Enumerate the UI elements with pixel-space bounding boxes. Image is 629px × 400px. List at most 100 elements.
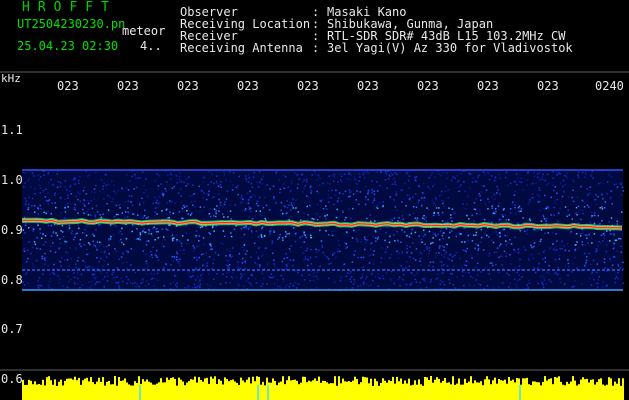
noise-dot bbox=[247, 228, 250, 230]
noise-dot bbox=[133, 213, 136, 216]
amplitude-bar bbox=[112, 384, 114, 400]
noise-dot bbox=[281, 260, 284, 263]
noise-dot bbox=[504, 219, 506, 221]
noise-dot bbox=[247, 202, 250, 205]
noise-dot bbox=[401, 215, 404, 217]
noise-dot bbox=[95, 276, 97, 278]
noise-dot bbox=[372, 263, 375, 265]
noise-dot bbox=[67, 202, 69, 205]
noise-dot bbox=[617, 272, 619, 274]
noise-dot bbox=[310, 192, 312, 194]
noise-dot bbox=[572, 200, 575, 203]
noise-dot bbox=[45, 257, 47, 259]
amplitude-bar bbox=[108, 380, 110, 400]
amplitude-bar bbox=[142, 379, 144, 400]
noise-dot bbox=[103, 259, 105, 262]
x-tick-label: 023 bbox=[537, 79, 559, 93]
noise-dot bbox=[42, 233, 44, 235]
noise-dot bbox=[491, 207, 494, 210]
noise-dot bbox=[353, 176, 356, 179]
noise-dot bbox=[476, 253, 479, 255]
amplitude-bar bbox=[376, 381, 378, 400]
noise-dot bbox=[194, 200, 196, 202]
noise-dot bbox=[502, 282, 504, 285]
noise-dot bbox=[79, 200, 81, 202]
noise-dot bbox=[445, 227, 448, 230]
noise-dot bbox=[544, 257, 546, 259]
noise-dot bbox=[28, 178, 30, 180]
noise-dot bbox=[70, 193, 73, 195]
noise-dot bbox=[313, 272, 315, 275]
noise-dot bbox=[59, 282, 61, 284]
noise-dot bbox=[524, 230, 526, 233]
record-datetime: 25.04.23 02:30 bbox=[17, 39, 119, 53]
noise-dot bbox=[516, 177, 519, 179]
noise-dot bbox=[156, 213, 158, 215]
noise-dot bbox=[564, 265, 567, 267]
noise-dot bbox=[201, 253, 203, 256]
noise-dot bbox=[73, 206, 76, 209]
noise-dot bbox=[441, 200, 443, 202]
noise-dot bbox=[134, 173, 136, 176]
noise-dot bbox=[473, 220, 475, 222]
noise-dot bbox=[50, 224, 53, 227]
noise-dot bbox=[393, 282, 395, 285]
noise-dot bbox=[43, 211, 45, 214]
noise-dot bbox=[520, 208, 523, 210]
noise-dot bbox=[64, 205, 66, 207]
noise-dot bbox=[547, 182, 550, 184]
noise-dot bbox=[326, 214, 328, 216]
noise-dot bbox=[185, 185, 187, 187]
noise-dot bbox=[475, 234, 477, 236]
noise-dot bbox=[616, 186, 619, 188]
noise-dot bbox=[155, 201, 158, 204]
noise-dot bbox=[441, 211, 444, 214]
noise-dot bbox=[225, 255, 227, 257]
meteor-label: meteor bbox=[122, 24, 166, 38]
noise-dot bbox=[285, 253, 287, 255]
noise-dot bbox=[278, 236, 280, 239]
noise-dot bbox=[241, 201, 243, 204]
x-tick-label: 023 bbox=[237, 79, 259, 93]
amplitude-bar bbox=[546, 380, 548, 400]
noise-dot bbox=[560, 201, 563, 203]
noise-dot bbox=[110, 235, 112, 238]
noise-dot bbox=[275, 172, 277, 174]
noise-dot bbox=[350, 276, 353, 278]
noise-dot bbox=[586, 204, 589, 206]
amplitude-bar bbox=[588, 382, 590, 400]
noise-dot bbox=[139, 236, 141, 238]
noise-dot bbox=[504, 176, 507, 179]
noise-dot bbox=[567, 274, 569, 277]
amplitude-bar bbox=[596, 382, 598, 400]
noise-dot bbox=[484, 218, 486, 221]
noise-dot bbox=[180, 195, 182, 197]
noise-dot bbox=[193, 206, 196, 208]
noise-dot bbox=[79, 287, 81, 289]
noise-dot bbox=[475, 279, 477, 281]
noise-dot bbox=[591, 273, 593, 275]
noise-dot bbox=[95, 171, 97, 174]
noise-dot bbox=[244, 209, 246, 212]
noise-dot bbox=[130, 201, 132, 203]
noise-dot bbox=[282, 237, 284, 239]
noise-dot bbox=[98, 261, 100, 263]
noise-dot bbox=[474, 180, 477, 182]
amplitude-bar bbox=[290, 380, 292, 400]
amplitude-bar bbox=[454, 384, 456, 400]
noise-dot bbox=[412, 196, 414, 198]
noise-dot bbox=[433, 183, 435, 186]
noise-dot bbox=[509, 282, 511, 285]
noise-dot bbox=[577, 205, 580, 208]
noise-dot bbox=[193, 283, 196, 286]
noise-dot bbox=[486, 234, 488, 237]
noise-dot bbox=[371, 271, 374, 273]
noise-dot bbox=[244, 253, 247, 255]
amplitude-bar bbox=[104, 385, 106, 400]
noise-dot bbox=[47, 172, 50, 174]
noise-dot bbox=[546, 218, 548, 220]
noise-dot bbox=[25, 204, 27, 206]
noise-dot bbox=[586, 256, 588, 258]
amplitude-bar bbox=[388, 380, 390, 400]
noise-dot bbox=[217, 254, 220, 256]
